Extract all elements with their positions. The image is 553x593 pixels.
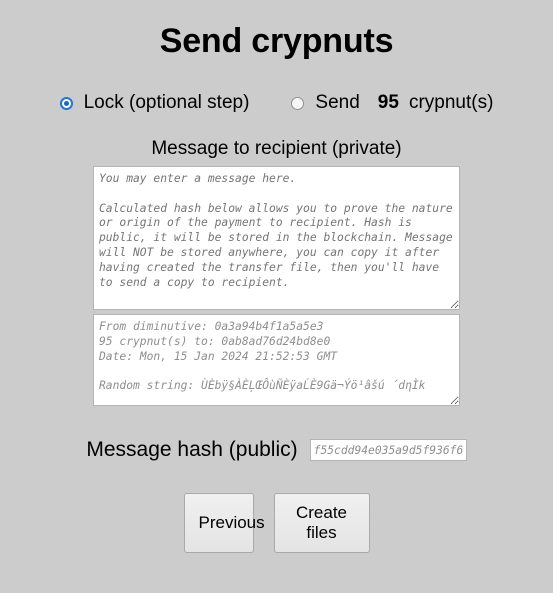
message-field-label: Message to recipient (private) bbox=[151, 138, 402, 159]
lock-radio-label: Lock (optional step) bbox=[83, 92, 250, 113]
lock-radio[interactable] bbox=[59, 96, 73, 110]
message-input[interactable] bbox=[93, 166, 460, 310]
message-hash-input[interactable] bbox=[309, 439, 467, 461]
mode-selector-row: Lock (optional step) Send 95 crypnut(s) bbox=[0, 92, 553, 114]
amount-unit-label: crypnut(s) bbox=[408, 92, 494, 113]
send-radio[interactable] bbox=[291, 96, 305, 110]
page-title: Send crypnuts bbox=[159, 22, 394, 60]
message-textarea-wrap bbox=[0, 166, 553, 310]
radio-option-send[interactable]: Send bbox=[291, 92, 360, 114]
amount-value: 95 bbox=[377, 92, 399, 113]
send-crypnuts-page: Send crypnuts Lock (optional step) Send … bbox=[0, 0, 553, 593]
radio-option-lock[interactable]: Lock (optional step) bbox=[59, 92, 250, 114]
send-radio-label: Send bbox=[315, 92, 360, 113]
button-row: Previous Create files bbox=[0, 493, 553, 553]
hash-row: Message hash (public) bbox=[0, 438, 553, 462]
details-textarea-wrap bbox=[0, 310, 553, 406]
transaction-details-input[interactable] bbox=[93, 314, 460, 406]
hash-field-label: Message hash (public) bbox=[86, 438, 298, 461]
create-files-button[interactable]: Create files bbox=[273, 493, 370, 553]
previous-button[interactable]: Previous bbox=[183, 493, 265, 553]
